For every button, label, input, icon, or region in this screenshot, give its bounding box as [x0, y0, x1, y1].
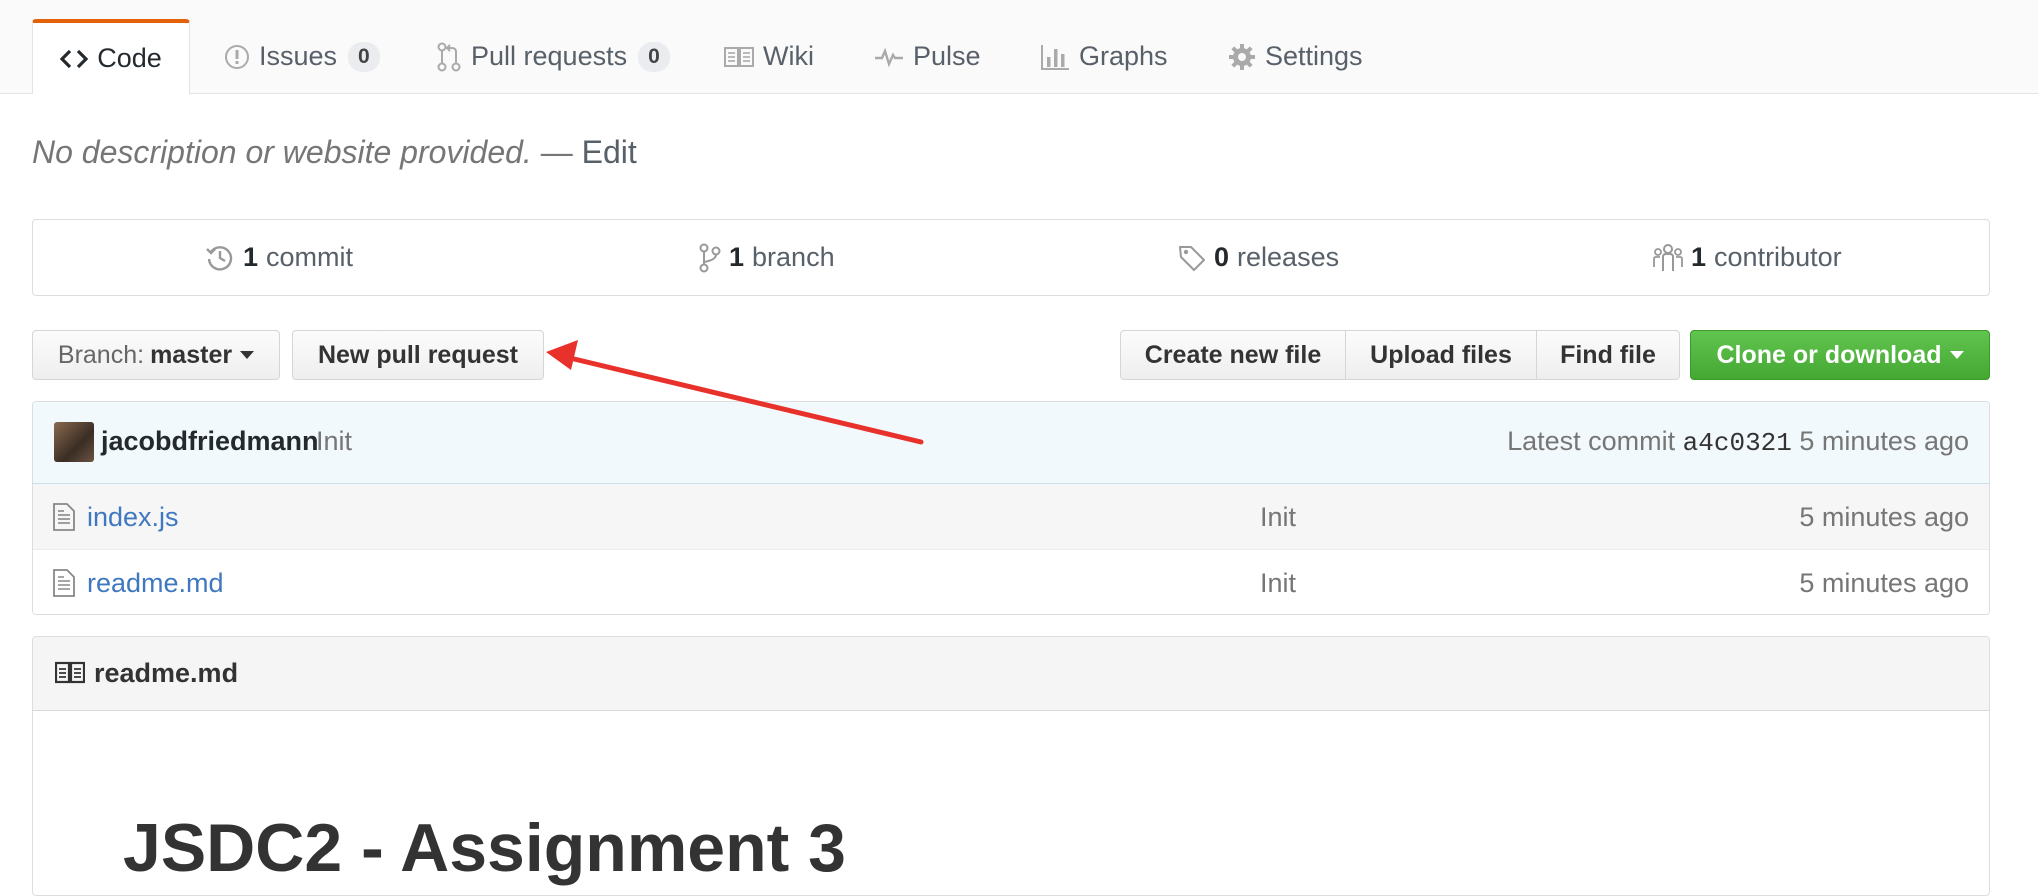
- file-age: 5 minutes ago: [1799, 568, 1969, 598]
- clone-or-download-label: Clone or download: [1716, 340, 1942, 369]
- upload-files-button[interactable]: Upload files: [1345, 330, 1537, 380]
- table-row: index.js Init 5 minutes ago: [33, 484, 1989, 550]
- code-icon: [60, 49, 89, 68]
- avatar[interactable]: [54, 422, 94, 462]
- commits-label: commit: [266, 242, 354, 272]
- latest-commit-info: Latest commit a4c0321 5 minutes ago: [1507, 426, 1969, 458]
- file-age: 5 minutes ago: [1799, 502, 1969, 532]
- file-name-link[interactable]: index.js: [87, 502, 179, 533]
- latest-commit-bar: jacobdfriedmann Init Latest commit a4c03…: [33, 402, 1989, 484]
- contributors-summary[interactable]: 1 contributor: [1653, 220, 1842, 295]
- file-commit-message[interactable]: Init: [1260, 568, 1296, 599]
- pull-requests-counter: 0: [638, 41, 670, 72]
- branches-count: 1: [729, 242, 745, 272]
- branches-summary[interactable]: 1 branch: [699, 220, 835, 295]
- file-text-icon: [53, 569, 75, 597]
- git-pull-request-icon: [437, 42, 461, 71]
- organization-icon: [1653, 243, 1683, 271]
- commit-sha-link[interactable]: a4c0321: [1683, 428, 1792, 458]
- commits-count: 1: [243, 242, 259, 272]
- tab-issues-label: Issues: [259, 41, 338, 71]
- tab-settings[interactable]: Settings: [1228, 20, 1363, 93]
- commit-author[interactable]: jacobdfriedmann: [101, 426, 319, 457]
- book-icon: [55, 661, 85, 684]
- gear-icon: [1229, 43, 1255, 70]
- commits-summary[interactable]: 1 commit: [205, 220, 353, 295]
- readme-header: readme.md: [33, 637, 1989, 711]
- contributors-label: contributor: [1714, 242, 1842, 272]
- branch-prefix: Branch:: [57, 340, 145, 369]
- tab-wiki[interactable]: Wiki: [724, 20, 814, 93]
- caret-down-icon: [1949, 351, 1964, 359]
- caret-down-icon: [240, 351, 255, 359]
- readme-panel: readme.md JSDC2 - Assignment 3: [32, 636, 1990, 896]
- repo-nav: Code Issues 0 Pull requests 0 Wiki Pulse…: [0, 0, 2038, 94]
- releases-label: releases: [1237, 242, 1340, 272]
- book-icon: [724, 46, 754, 67]
- file-commit-message[interactable]: Init: [1260, 502, 1296, 533]
- tab-graphs-label: Graphs: [1079, 41, 1168, 71]
- tag-icon: [1179, 245, 1205, 271]
- pulse-icon: [875, 47, 903, 67]
- clone-or-download-button[interactable]: Clone or download: [1690, 330, 1990, 380]
- tab-settings-label: Settings: [1265, 41, 1363, 71]
- new-pull-request-button[interactable]: New pull request: [292, 330, 544, 380]
- description-text: No description or website provided.: [32, 134, 532, 170]
- branch-name: master: [150, 340, 233, 369]
- numbers-summary: 1 commit 1 branch 0 releases 1 contribut…: [32, 219, 1990, 296]
- find-file-button[interactable]: Find file: [1536, 330, 1680, 380]
- contributors-count: 1: [1691, 242, 1707, 272]
- file-navigation-table: jacobdfriedmann Init Latest commit a4c03…: [32, 401, 1990, 615]
- tab-graphs[interactable]: Graphs: [1040, 20, 1168, 93]
- branch-select-button[interactable]: Branch: master: [32, 330, 280, 380]
- issues-counter: 0: [348, 41, 380, 72]
- tab-pulse-label: Pulse: [913, 41, 981, 71]
- tab-pulse[interactable]: Pulse: [874, 20, 981, 93]
- tab-issues[interactable]: Issues 0: [224, 20, 380, 93]
- tab-code[interactable]: Code: [32, 19, 190, 94]
- tab-pull-requests-label: Pull requests: [471, 41, 628, 71]
- git-branch-icon: [699, 243, 721, 272]
- file-text-icon: [53, 503, 75, 531]
- releases-summary[interactable]: 0 releases: [1178, 220, 1339, 295]
- latest-commit-prefix: Latest commit: [1507, 426, 1676, 456]
- releases-count: 0: [1214, 242, 1230, 272]
- history-icon: [206, 245, 233, 271]
- tab-pull-requests[interactable]: Pull requests 0: [436, 20, 670, 93]
- tab-wiki-label: Wiki: [763, 41, 814, 71]
- readme-heading: JSDC2 - Assignment 3: [123, 810, 846, 886]
- graph-icon: [1041, 44, 1069, 70]
- branches-label: branch: [752, 242, 835, 272]
- latest-commit-age: 5 minutes ago: [1799, 426, 1969, 456]
- commit-message[interactable]: Init: [316, 426, 352, 457]
- tab-code-label: Code: [97, 43, 162, 73]
- issue-opened-icon: [225, 44, 249, 69]
- repo-description: No description or website provided. — Ed…: [32, 134, 637, 171]
- create-new-file-button[interactable]: Create new file: [1120, 330, 1346, 380]
- file-name-link[interactable]: readme.md: [87, 568, 224, 599]
- description-separator: —: [531, 134, 582, 170]
- table-row: readme.md Init 5 minutes ago: [33, 550, 1989, 614]
- edit-description-link[interactable]: Edit: [582, 134, 637, 170]
- readme-filename: readme.md: [94, 658, 239, 688]
